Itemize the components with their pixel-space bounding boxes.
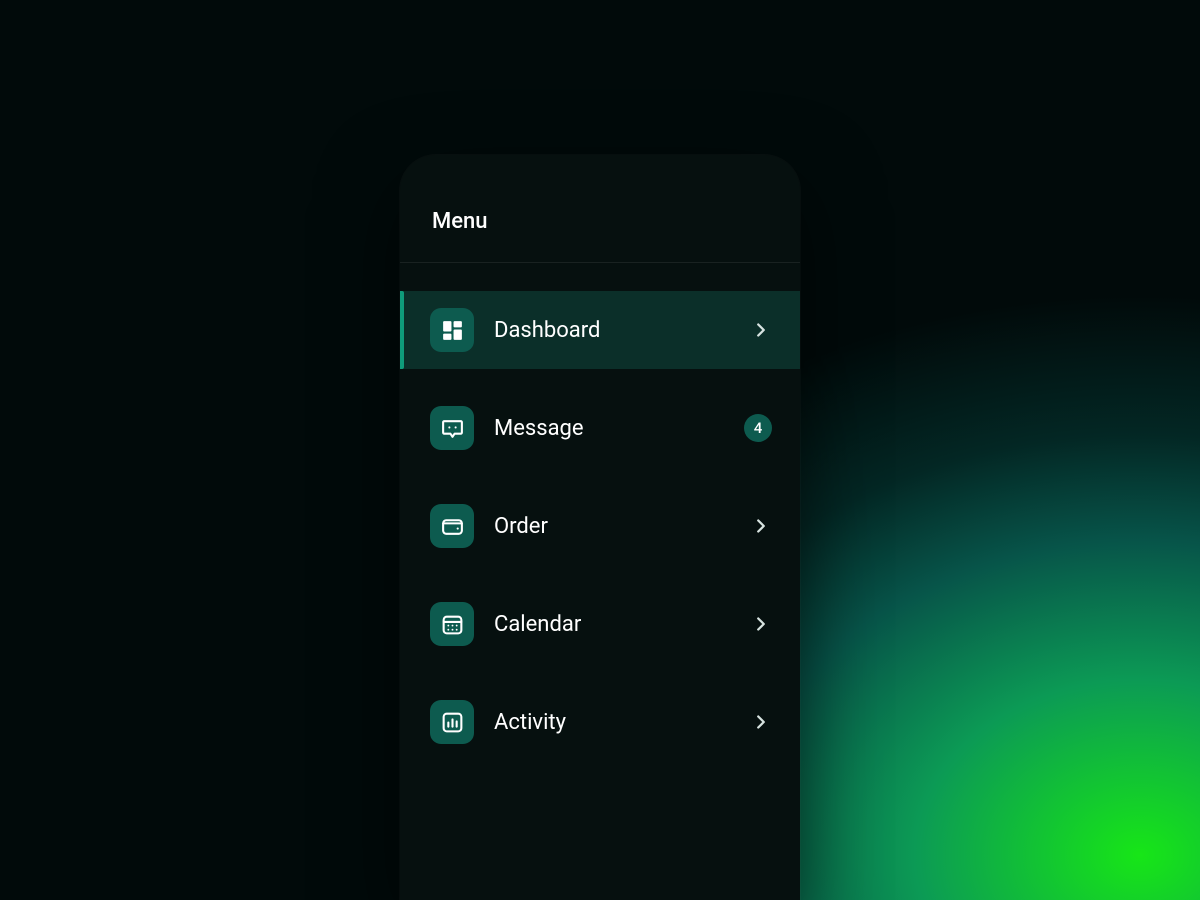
menu-item-calendar[interactable]: Calendar (400, 585, 800, 663)
menu-title: Menu (432, 209, 768, 234)
menu-item-dashboard[interactable]: Dashboard (400, 291, 800, 369)
menu-item-label: Calendar (494, 612, 750, 637)
menu-header: Menu (400, 155, 800, 262)
menu-item-label: Dashboard (494, 318, 750, 343)
menu-item-message[interactable]: Message 4 (400, 389, 800, 467)
chevron-right-icon (750, 515, 772, 537)
chevron-right-icon (750, 613, 772, 635)
chevron-right-icon (750, 319, 772, 341)
chevron-right-icon (750, 711, 772, 733)
menu-item-order[interactable]: Order (400, 487, 800, 565)
wallet-icon (430, 504, 474, 548)
message-count-badge: 4 (744, 414, 772, 442)
menu-item-activity[interactable]: Activity (400, 683, 800, 761)
message-icon (430, 406, 474, 450)
chart-icon (430, 700, 474, 744)
menu-list: Dashboard Message 4 (400, 263, 800, 761)
menu-panel: Menu Dashboard (400, 155, 800, 900)
menu-item-label: Order (494, 514, 750, 539)
menu-item-label: Activity (494, 710, 750, 735)
menu-item-label: Message (494, 416, 744, 441)
calendar-icon (430, 602, 474, 646)
dashboard-icon (430, 308, 474, 352)
